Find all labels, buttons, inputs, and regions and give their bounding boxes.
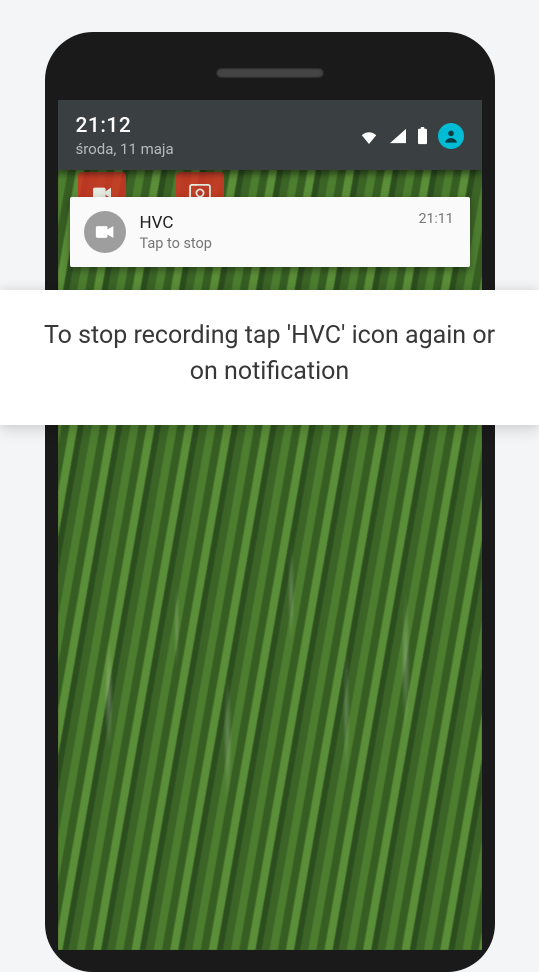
wifi-icon [359, 128, 379, 144]
camcorder-icon [84, 211, 126, 253]
instruction-caption: To stop recording tap 'HVC' icon again o… [0, 290, 539, 425]
notification-card[interactable]: HVC Tap to stop 21:11 [70, 197, 470, 267]
cell-signal-icon [389, 128, 407, 144]
status-clock: 21:12 [76, 114, 174, 138]
speaker-slit [216, 68, 324, 78]
notification-timestamp: 21:11 [419, 211, 454, 227]
status-date: środa, 11 maja [76, 140, 174, 158]
profile-avatar-icon[interactable] [438, 123, 464, 149]
notification-subtitle: Tap to stop [140, 235, 419, 252]
status-icons [359, 123, 464, 149]
phone-frame: 21:12 środa, 11 maja [45, 32, 495, 972]
notification-title: HVC [140, 213, 419, 233]
battery-icon [417, 127, 428, 145]
screen: 21:12 środa, 11 maja [58, 100, 482, 950]
notification-shade-header[interactable]: 21:12 środa, 11 maja [58, 100, 482, 170]
